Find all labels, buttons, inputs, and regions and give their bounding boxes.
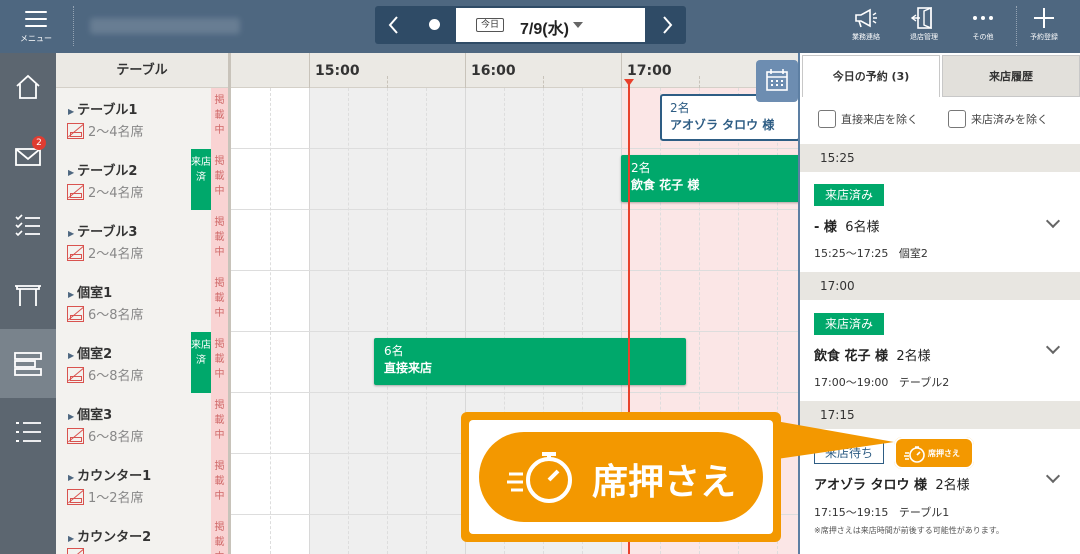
- seat-hold-callout-label: 席押さえ: [592, 462, 737, 503]
- timeline-icon: [14, 352, 42, 376]
- time-label-15-00: 15:00: [315, 63, 360, 79]
- other-menu-button[interactable]: その他: [953, 0, 1013, 53]
- reservation-panel: 今日の予約 (3) 来店履歴 直接来店を除く 来店済みを除く 15:25 来店済…: [798, 53, 1080, 554]
- caret-down-icon: [573, 22, 583, 28]
- row-label[interactable]: ▶ 個室1 6～8名席 掲載中: [56, 271, 231, 332]
- stopwatch-icon: [904, 446, 925, 463]
- sidebar-item-list[interactable]: [0, 398, 56, 467]
- reservation-card[interactable]: 来店済み 飲食 花子 様 2名様 17:00～19:00 テーブル2: [800, 300, 1080, 400]
- row-label[interactable]: ▶ 個室2 6～8名席 来店済 掲載中: [56, 332, 231, 393]
- sidebar-item-home[interactable]: [0, 53, 56, 122]
- row-label[interactable]: ▶ テーブル3 2～4名席 掲載中: [56, 210, 231, 271]
- no-smoking-icon: [67, 123, 84, 139]
- arrived-status: 来店済: [191, 149, 211, 210]
- date-navigator: 今日 7/9(水): [375, 6, 686, 44]
- listing-status: 掲載中: [211, 454, 228, 515]
- listing-status: 掲載中: [211, 271, 228, 332]
- stopwatch-icon: [507, 452, 572, 503]
- current-time-dot-button[interactable]: [429, 19, 440, 30]
- home-icon: [16, 74, 40, 99]
- listing-status: 掲載中: [211, 88, 228, 149]
- tick-16-00: [465, 53, 466, 88]
- checklist-icon: [15, 214, 40, 237]
- seat-hold-badge: 席押さえ: [894, 437, 974, 469]
- store-name: [90, 18, 240, 34]
- left-sidebar: 2: [0, 53, 56, 554]
- table-row[interactable]: ▶ テーブル3 2～4名席 掲載中: [56, 210, 798, 271]
- date-selector[interactable]: 今日 7/9(水): [456, 8, 645, 42]
- no-smoking-icon: [67, 184, 84, 200]
- no-smoking-icon: [67, 548, 84, 554]
- exit-door-icon: [910, 7, 932, 29]
- business-notice-button[interactable]: 業務連絡: [836, 0, 896, 53]
- chevron-left-icon: [388, 16, 398, 34]
- megaphone-icon: [855, 8, 877, 28]
- timeline-header: テーブル 15:00 16:00 17:00: [56, 53, 798, 88]
- row-label[interactable]: ▶ テーブル1 2～4名席 掲載中: [56, 88, 231, 149]
- chevron-down-icon[interactable]: [1045, 213, 1061, 229]
- calendar-button[interactable]: [756, 60, 798, 102]
- reservation-block-walkin[interactable]: 6名 直接来店: [374, 338, 686, 385]
- no-smoking-icon: [67, 306, 84, 322]
- exclude-arrived-checkbox[interactable]: 来店済みを除く: [948, 110, 1048, 128]
- time-section-header: 15:25: [800, 144, 1080, 172]
- divider: [73, 6, 74, 46]
- calendar-icon: [766, 69, 788, 91]
- sidebar-item-checklist[interactable]: [0, 191, 56, 260]
- table-row[interactable]: ▶ 個室1 6～8名席 掲載中: [56, 271, 798, 332]
- hamburger-icon: [25, 11, 47, 29]
- prev-day-button[interactable]: [375, 6, 413, 44]
- tab-visit-history[interactable]: 来店履歴: [942, 55, 1080, 97]
- no-smoking-icon: [67, 428, 84, 444]
- callout-pointer: [770, 420, 894, 460]
- new-reservation-button[interactable]: 予約登録: [1014, 0, 1074, 53]
- reservation-block-inshoku[interactable]: 2名 飲食 花子 様: [621, 155, 798, 202]
- exit-management-button[interactable]: 退店管理: [894, 0, 954, 53]
- listing-status: 掲載中: [211, 393, 228, 454]
- sidebar-item-tables[interactable]: [0, 260, 56, 329]
- seat-hold-note: ※席押さえは来店時間が前後する可能性があります。: [814, 526, 1004, 535]
- menu-button[interactable]: メニュー: [0, 0, 72, 53]
- arrived-status: 来店済: [191, 332, 211, 393]
- chevron-right-icon: [663, 16, 673, 34]
- exclude-walkin-checkbox[interactable]: 直接来店を除く: [818, 110, 918, 128]
- chevron-down-icon[interactable]: [1045, 339, 1061, 355]
- current-date: 7/9(水): [520, 21, 569, 38]
- table-column-header: テーブル: [56, 53, 231, 88]
- tab-today-reservations[interactable]: 今日の予約 (3): [802, 55, 940, 97]
- time-section-header: 17:00: [800, 272, 1080, 300]
- seat-hold-callout: 席押さえ: [461, 412, 781, 542]
- table-icon: [15, 285, 41, 306]
- status-badge: 来店済み: [814, 313, 885, 335]
- row-label[interactable]: ▶ 個室3 6～8名席 掲載中: [56, 393, 231, 454]
- row-label[interactable]: ▶ カウンター1 1～2名席 掲載中: [56, 454, 231, 515]
- list-icon: [16, 422, 41, 442]
- no-smoking-icon: [67, 489, 84, 505]
- top-bar: メニュー 今日 7/9(水) 業務連絡 退店管理 その他 予約登録: [0, 0, 1080, 53]
- unread-badge: 2: [32, 136, 46, 150]
- sidebar-item-mail[interactable]: 2: [0, 122, 56, 191]
- no-smoking-icon: [67, 245, 84, 261]
- menu-label: メニュー: [20, 34, 52, 43]
- row-label[interactable]: ▶カウンター2 掲載中: [56, 515, 231, 554]
- more-dots-icon: [973, 16, 993, 20]
- no-smoking-icon: [67, 367, 84, 383]
- row-label[interactable]: ▶ テーブル2 2～4名席 来店済 掲載中: [56, 149, 231, 210]
- reservation-card[interactable]: 来店済み - 様 6名様 15:25～17:25 個室2: [800, 172, 1080, 272]
- tick-17-00: [621, 53, 622, 88]
- next-day-button[interactable]: [648, 6, 686, 44]
- plus-icon: [1034, 8, 1054, 28]
- listing-status: 掲載中: [211, 515, 228, 554]
- chevron-down-icon[interactable]: [1045, 468, 1061, 484]
- listing-status: 掲載中: [211, 210, 228, 271]
- listing-status: 掲載中: [211, 149, 228, 210]
- today-chip[interactable]: 今日: [476, 18, 505, 32]
- status-badge: 来店済み: [814, 184, 885, 206]
- time-label-16-00: 16:00: [471, 63, 516, 79]
- sidebar-item-timeline[interactable]: [0, 329, 56, 398]
- tick-15-00: [309, 53, 310, 88]
- listing-status: 掲載中: [211, 332, 228, 393]
